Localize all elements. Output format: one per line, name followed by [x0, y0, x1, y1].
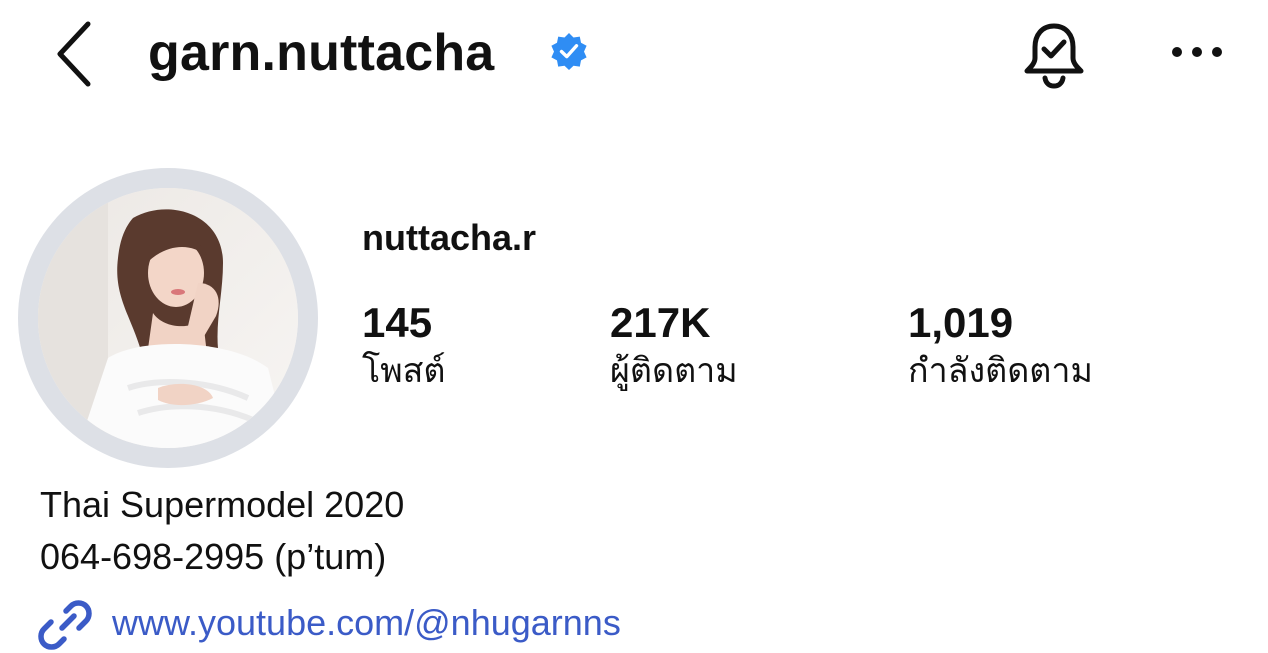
- more-horizontal-icon: [1172, 47, 1222, 57]
- stat-followers-label: ผู้ติดตาม: [610, 351, 738, 391]
- profile-username: garn.nuttacha: [148, 24, 495, 82]
- stat-followers-value: 217K: [610, 299, 711, 346]
- bio-line: Thai Supermodel 2020: [40, 484, 405, 525]
- more-options-button[interactable]: [1168, 32, 1226, 72]
- link-icon: [38, 600, 92, 650]
- chevron-left-icon: [57, 21, 91, 87]
- profile-link-text[interactable]: www.youtube.com/@nhugarnns: [112, 598, 621, 648]
- stat-posts[interactable]: 145 โพสต์: [362, 296, 446, 394]
- stat-posts-label: โพสต์: [362, 351, 446, 391]
- stat-following-value: 1,019: [908, 299, 1014, 346]
- profile-header: garn.nuttacha: [0, 0, 1268, 110]
- profile-avatar[interactable]: [38, 188, 298, 448]
- stat-following[interactable]: 1,019 กำลังติดตาม: [908, 296, 1093, 394]
- profile-display-name: nuttacha.r: [362, 217, 537, 258]
- stat-posts-value: 145: [362, 299, 433, 346]
- notifications-button[interactable]: [1018, 18, 1090, 90]
- back-button[interactable]: [50, 18, 100, 88]
- bell-check-icon: [1024, 23, 1084, 89]
- stat-followers[interactable]: 217K ผู้ติดตาม: [610, 296, 738, 394]
- verified-badge-icon: [550, 32, 588, 70]
- stat-following-label: กำลังติดตาม: [908, 351, 1093, 391]
- profile-link[interactable]: www.youtube.com/@nhugarnns: [38, 596, 738, 652]
- bio-line: 064-698-2995 (p’tum): [40, 536, 387, 577]
